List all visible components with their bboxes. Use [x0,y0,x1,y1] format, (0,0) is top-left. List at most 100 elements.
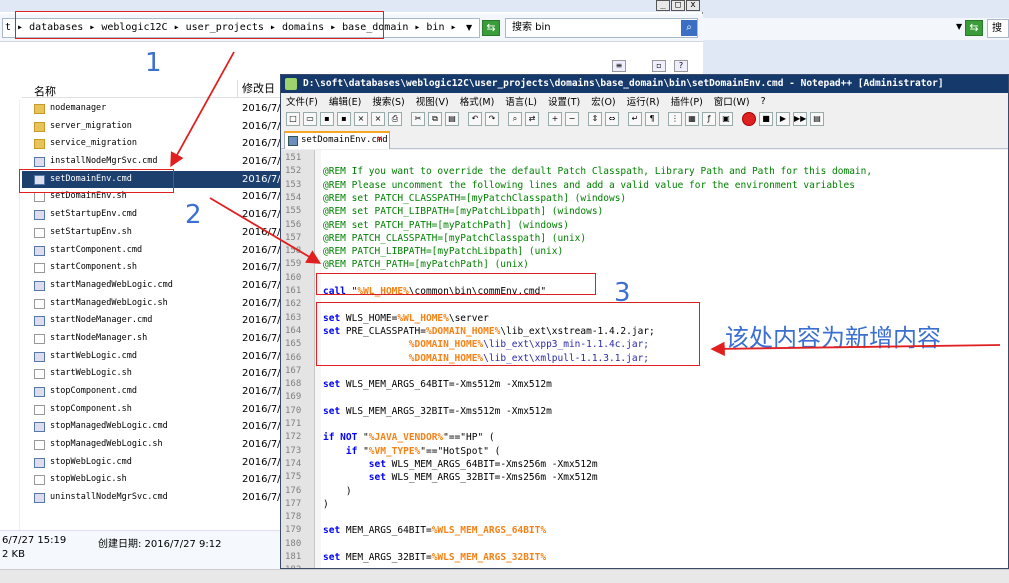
code-token: set [368,458,392,470]
cut-icon[interactable]: ✂ [411,112,425,126]
search-input-2[interactable]: 搜 [987,19,1009,38]
sync-horizontal-icon[interactable]: ⇔ [605,112,619,126]
line-number: 167 [285,365,302,376]
refresh-icon[interactable]: ⇆ [965,20,983,36]
menu-item[interactable]: 编辑(E) [329,94,361,108]
code-line: 156 @REM set PATCH_PATH=[myPatchPath] (wi… [281,219,1008,232]
preview-pane-icon[interactable]: ▫ [652,60,666,72]
file-row[interactable]: startComponent.cmd 2016/7/2 [22,242,287,260]
file-row[interactable]: startWebLogic.sh 2016/7/2 [22,365,287,383]
file-row[interactable]: stopManagedWebLogic.sh 2016/7/2 [22,436,287,454]
code-token: %WLS_MEM_ARGS_32BIT% [431,552,547,563]
code-token: MEM_ARGS_64BIT= [345,525,432,537]
save-all-icon[interactable]: ▪ [337,112,351,126]
menu-item[interactable]: 视图(V) [416,94,449,108]
file-row[interactable]: startManagedWebLogic.cmd 2016/7/2 [22,277,287,295]
menu-item[interactable]: 搜索(S) [372,94,404,108]
file-row[interactable]: startWebLogic.cmd 2016/7/2 [22,348,287,366]
file-name: uninstallNodeMgrSvc.cmd [50,492,168,503]
paste-icon[interactable]: ▤ [445,112,459,126]
column-date-header[interactable]: 修改日 [237,80,275,98]
play-macro-icon[interactable]: ▶ [776,112,790,126]
status-size: 2 KB [2,549,25,560]
indent-guide-icon[interactable]: ⋮ [668,112,682,126]
menu-item[interactable]: 设置(T) [548,94,580,108]
stop-record-icon[interactable]: ■ [759,112,773,126]
doc-map-icon[interactable]: ▦ [685,112,699,126]
chevron-down-icon[interactable]: ▼ [956,22,962,31]
search-icon[interactable]: ⌕ [681,20,697,36]
file-row[interactable]: stopWebLogic.cmd 2016/7/2 [22,454,287,472]
menu-item[interactable]: 宏(O) [591,94,615,108]
tab-setdomainenv[interactable]: setDomainEnv.cmd ✕ [284,131,390,149]
code-token: WLS_MEM_ARGS_64BIT=-Xms512m -Xmx512m [345,379,552,391]
file-name: startManagedWebLogic.cmd [50,279,173,290]
view-options-icon[interactable]: ≡ [612,60,626,72]
file-row[interactable]: stopWebLogic.sh 2016/7/2 [22,471,287,489]
file-row[interactable]: stopComponent.sh 2016/7/2 [22,401,287,419]
column-name-header[interactable]: 名称 [34,83,56,99]
help-icon[interactable]: ? [674,60,688,72]
file-row[interactable]: startNodeManager.cmd 2016/7/2 [22,312,287,330]
redo-icon[interactable]: ↷ [485,112,499,126]
copy-icon[interactable]: ⧉ [428,112,442,126]
file-row[interactable]: nodemanager 2016/7/2 [22,100,287,118]
close-icon[interactable]: ✕ [377,134,387,144]
code-line: 170 set WLS_MEM_ARGS_32BIT=-Xms512m -Xmx5… [281,405,1008,418]
menu-item[interactable]: 文件(F) [286,94,318,108]
code-token: @REM set PATCH_CLASSPATH=[myPatchClasspa… [323,192,627,204]
maximize-icon[interactable]: □ [671,0,685,11]
file-row[interactable]: stopComponent.cmd 2016/7/2 [22,383,287,401]
file-row[interactable]: startNodeManager.sh 2016/7/2 [22,330,287,348]
file-name: startManagedWebLogic.sh [50,297,168,308]
file-row[interactable]: startManagedWebLogic.sh 2016/7/2 [22,295,287,313]
menu-item[interactable]: 语言(L) [505,94,537,108]
word-wrap-icon[interactable]: ↵ [628,112,642,126]
folder-workspace-icon[interactable]: ▣ [719,112,733,126]
file-row[interactable]: server_migration 2016/7/2 [22,118,287,136]
cmd-file-icon [34,210,45,221]
replace-icon[interactable]: ⇄ [525,112,539,126]
new-file-icon[interactable]: □ [286,112,300,126]
code-token: @REM PATCH_PATH=[myPatchPath] (unix) [323,259,529,271]
menu-item[interactable]: ? [761,96,766,107]
file-row[interactable]: setStartupEnv.cmd 2016/7/2 [22,206,287,224]
search-input[interactable]: 搜索 bin ⌕ [505,18,698,38]
close-icon[interactable]: x [686,0,700,11]
zoom-in-icon[interactable]: + [548,112,562,126]
file-row[interactable]: stopManagedWebLogic.cmd 2016/7/2 [22,418,287,436]
menu-item[interactable]: 格式(M) [460,94,495,108]
close-all-icon[interactable]: × [371,112,385,126]
save-icon[interactable]: ▪ [320,112,334,126]
minimize-icon[interactable]: _ [656,0,670,11]
undo-icon[interactable]: ↶ [468,112,482,126]
horizontal-scrollbar[interactable] [0,569,1009,583]
close-file-icon[interactable]: × [354,112,368,126]
refresh-icon[interactable]: ⇆ [482,20,500,36]
file-row[interactable]: setStartupEnv.sh 2016/7/2 [22,224,287,242]
sync-vertical-icon[interactable]: ⇕ [588,112,602,126]
cmd-file-icon [34,157,45,168]
print-icon[interactable]: ⎙ [388,112,402,126]
chevron-down-icon[interactable]: ▼ [466,23,472,32]
menu-item[interactable]: 窗口(W) [714,94,750,108]
record-macro-icon[interactable] [742,112,756,126]
find-icon[interactable]: ⌕ [508,112,522,126]
menu-item[interactable]: 运行(R) [627,94,660,108]
function-list-icon[interactable]: ƒ [702,112,716,126]
sh-file-icon [34,263,45,274]
file-row[interactable]: startComponent.sh 2016/7/2 [22,259,287,277]
show-all-chars-icon[interactable]: ¶ [645,112,659,126]
run-macro-multiple-icon[interactable]: ▶▶ [793,112,807,126]
sh-file-icon [34,333,45,344]
zoom-out-icon[interactable]: − [565,112,579,126]
file-row[interactable]: service_migration 2016/7/2 [22,135,287,153]
menu-item[interactable]: 插件(P) [671,94,703,108]
open-file-icon[interactable]: ▭ [303,112,317,126]
save-macro-icon[interactable]: ▤ [810,112,824,126]
line-number: 169 [285,392,302,403]
line-number: 157 [285,232,302,243]
code-token: set [323,379,346,391]
file-row[interactable]: uninstallNodeMgrSvc.cmd 2016/7/2 [22,489,287,507]
code-line: 174 set WLS_MEM_ARGS_64BIT=-Xms256m -Xmx… [281,458,1008,471]
